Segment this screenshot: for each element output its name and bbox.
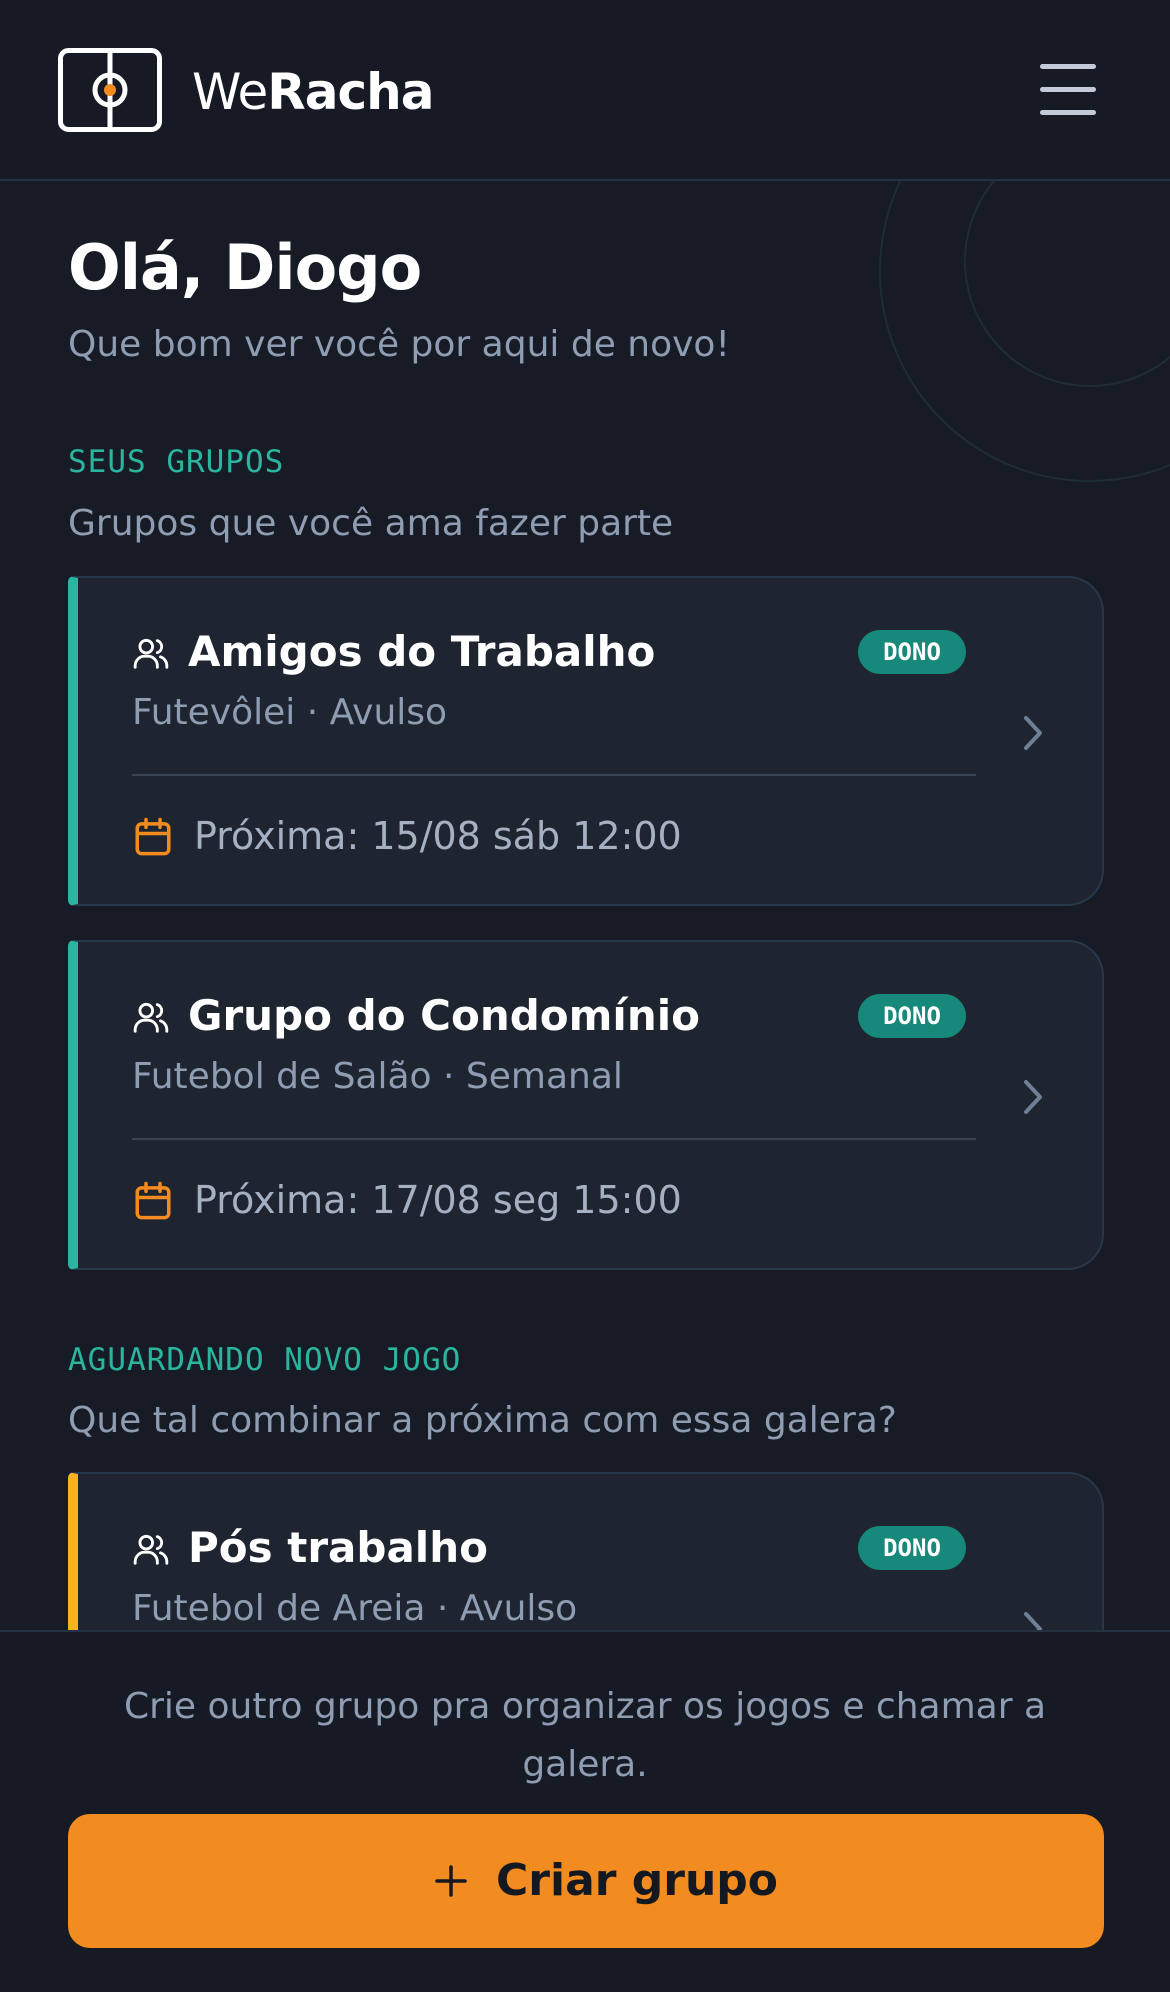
app-header: WeRacha xyxy=(0,0,1170,181)
group-card[interactable]: Grupo do Condomínio DONO Futebol de Salã… xyxy=(68,940,1104,1270)
create-group-label: Criar grupo xyxy=(496,1855,779,1906)
card-divider xyxy=(132,774,976,776)
group-name: Pós trabalho xyxy=(188,1523,488,1572)
section-desc-my-groups: Grupos que você ama fazer parte xyxy=(68,503,674,544)
group-name: Amigos do Trabalho xyxy=(188,627,656,676)
greeting-subtitle: Que bom ver você por aqui de novo! xyxy=(68,324,730,365)
group-meta: Futevôlei · Avulso xyxy=(132,692,448,733)
decorative-circles xyxy=(879,181,1170,482)
group-meta: Futebol de Salão · Semanal xyxy=(132,1056,623,1097)
chevron-right-icon xyxy=(1024,1080,1042,1114)
users-icon xyxy=(133,638,169,669)
section-label-awaiting: AGUARDANDO NOVO JOGO xyxy=(68,1342,462,1378)
calendar-icon xyxy=(135,1181,171,1220)
calendar-icon xyxy=(135,817,171,856)
owner-badge: DONO xyxy=(858,630,966,674)
group-meta: Futebol de Areia · Avulso xyxy=(132,1588,578,1629)
create-group-button[interactable]: Criar grupo xyxy=(68,1814,1104,1948)
create-group-hint: Crie outro grupo pra organizar os jogos … xyxy=(123,1686,1047,1785)
group-name: Grupo do Condomínio xyxy=(188,991,700,1040)
section-desc-awaiting: Que tal combinar a próxima com essa gale… xyxy=(68,1400,897,1441)
soccer-field-icon[interactable] xyxy=(58,48,162,132)
chevron-right-icon xyxy=(1024,716,1042,750)
owner-badge: DONO xyxy=(858,1526,966,1570)
brand-prefix: We xyxy=(192,63,268,121)
group-card[interactable]: Amigos do Trabalho DONO Futevôlei · Avul… xyxy=(68,576,1104,906)
bottom-action-panel: Crie outro grupo pra organizar os jogos … xyxy=(0,1630,1170,1992)
brand-strong: Racha xyxy=(267,63,434,121)
card-divider xyxy=(132,1138,976,1140)
section-label-my-groups: SEUS GRUPOS xyxy=(68,444,285,480)
next-game: Próxima: 15/08 sáb 12:00 xyxy=(194,814,682,858)
greeting-title: Olá, Diogo xyxy=(68,231,422,304)
hamburger-menu-icon[interactable] xyxy=(1036,60,1100,120)
users-icon xyxy=(133,1002,169,1033)
next-game: Próxima: 17/08 seg 15:00 xyxy=(194,1178,682,1222)
plus-icon xyxy=(435,1865,467,1897)
brand-name[interactable]: WeRacha xyxy=(192,62,435,122)
users-icon xyxy=(133,1534,169,1565)
owner-badge: DONO xyxy=(858,994,966,1038)
